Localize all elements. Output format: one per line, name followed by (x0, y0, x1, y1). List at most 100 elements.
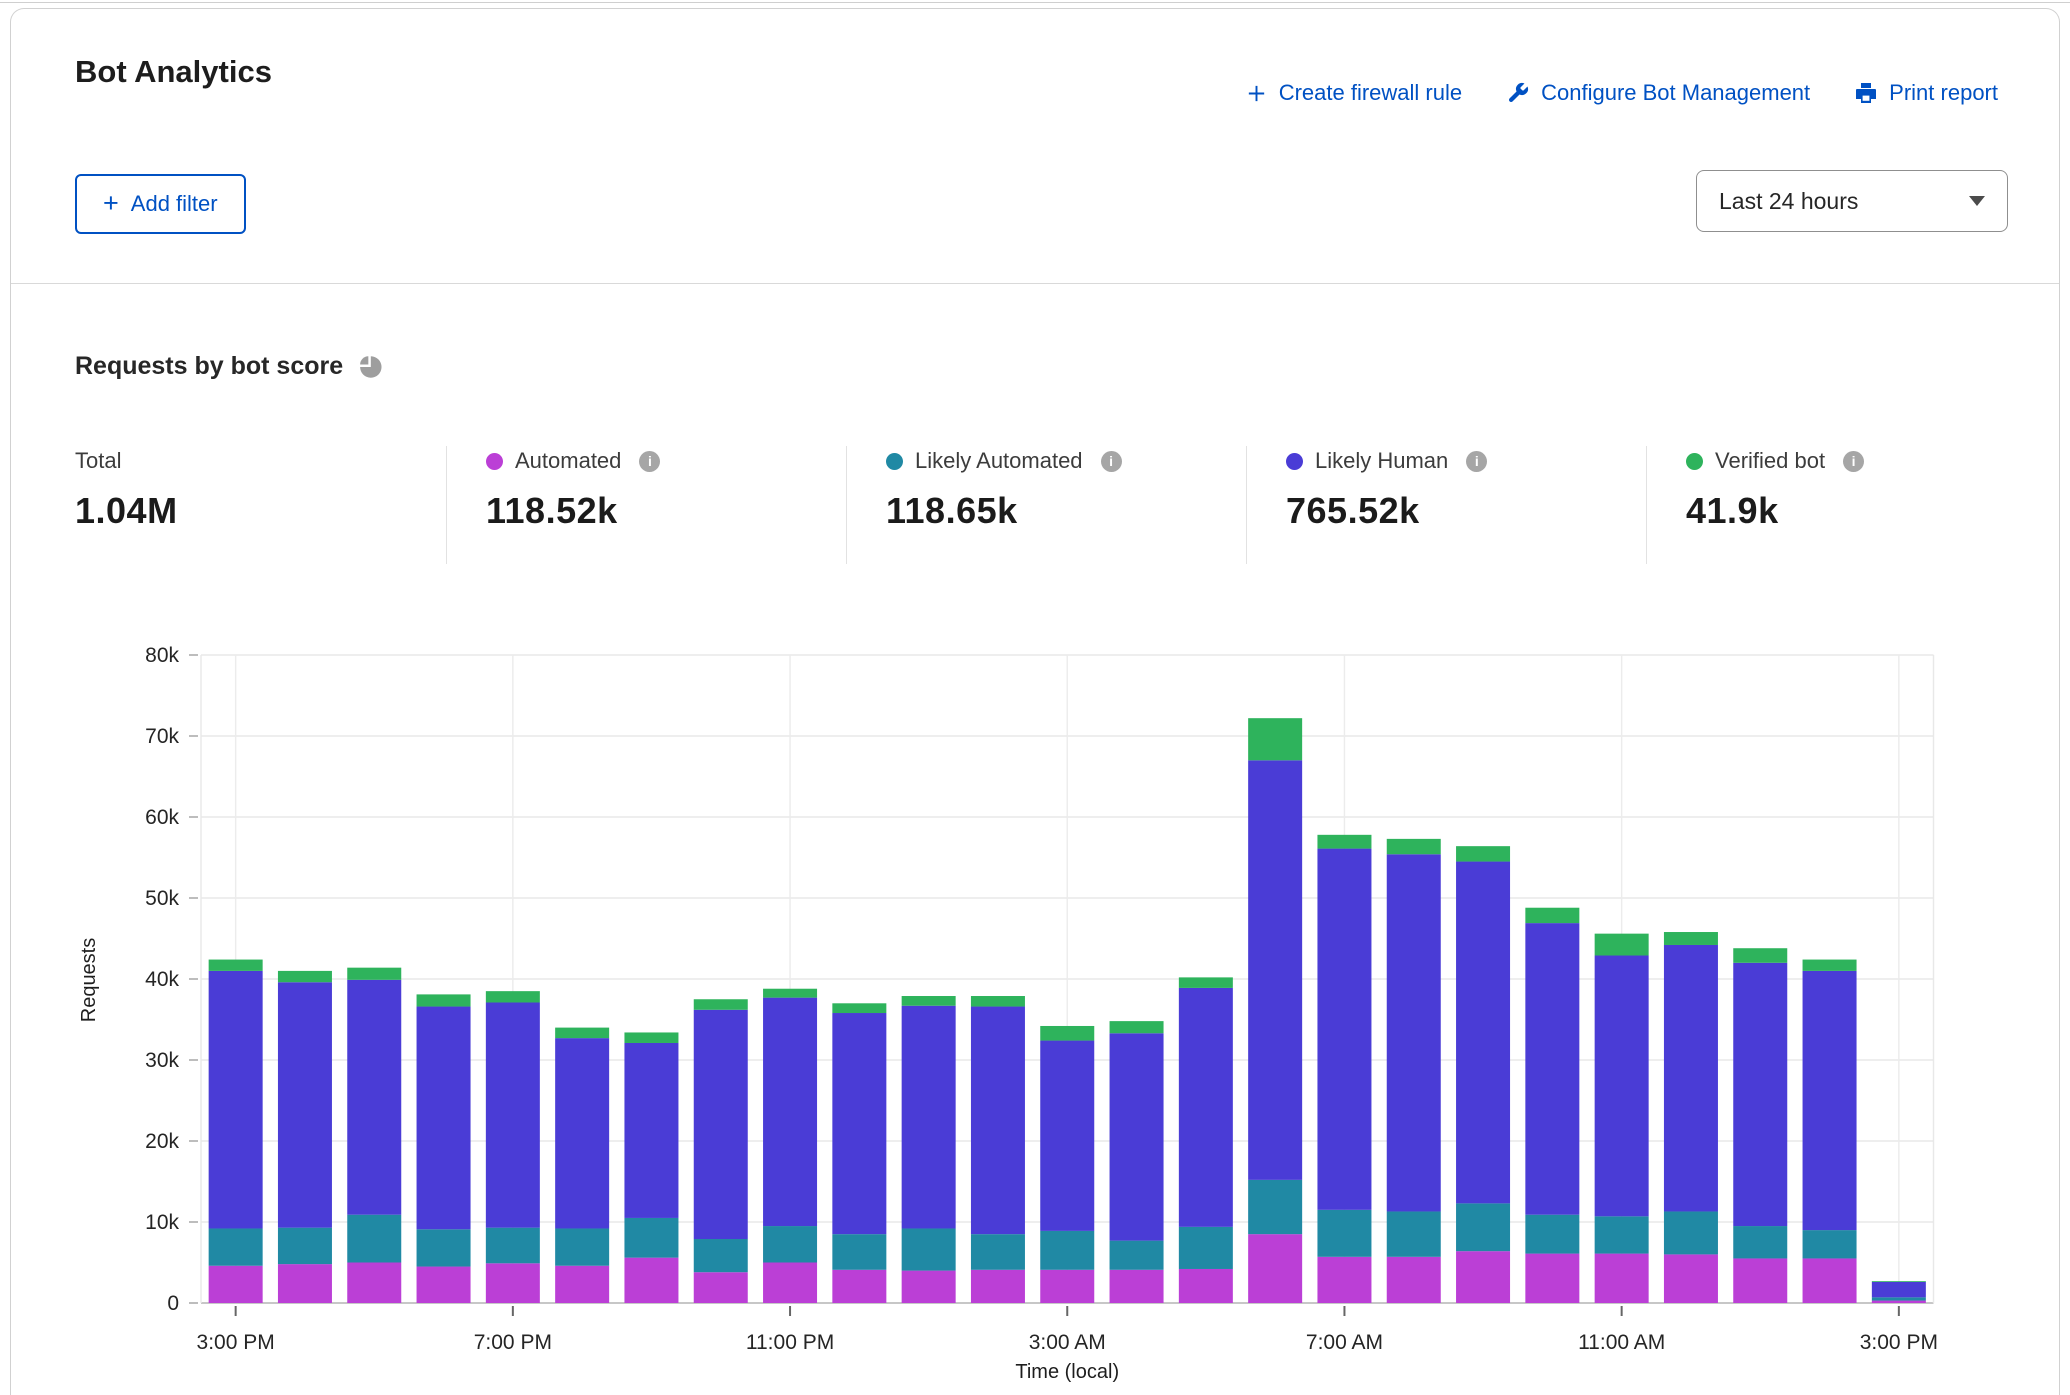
bar-6-00-PM[interactable] (417, 994, 471, 1303)
bar-segment-verified-bot[interactable] (1248, 718, 1302, 760)
bar-segment-verified-bot[interactable] (763, 989, 817, 998)
bar-segment-verified-bot[interactable] (417, 994, 471, 1006)
bar-segment-likely-human[interactable] (1595, 956, 1649, 1217)
bar-segment-automated[interactable] (1110, 1270, 1164, 1303)
bar-segment-verified-bot[interactable] (1179, 977, 1233, 988)
bar-6-00-AM[interactable] (1248, 718, 1302, 1303)
info-icon[interactable]: i (1101, 451, 1122, 472)
bar-9-00-AM[interactable] (1456, 846, 1510, 1303)
bar-segment-likely-human[interactable] (1872, 1282, 1926, 1297)
bar-segment-likely-human[interactable] (555, 1038, 609, 1228)
bar-segment-automated[interactable] (1595, 1254, 1649, 1303)
bar-segment-automated[interactable] (486, 1263, 540, 1303)
bar-segment-likely-human[interactable] (486, 1002, 540, 1227)
bar-segment-likely-automated[interactable] (417, 1229, 471, 1266)
bar-segment-likely-automated[interactable] (1733, 1226, 1787, 1258)
bar-segment-automated[interactable] (1179, 1269, 1233, 1303)
bar-11-00-AM[interactable] (1595, 934, 1649, 1303)
bar-segment-likely-human[interactable] (1733, 963, 1787, 1226)
bar-segment-likely-automated[interactable] (209, 1228, 263, 1265)
bar-segment-automated[interactable] (417, 1267, 471, 1303)
bar-segment-likely-human[interactable] (347, 980, 401, 1215)
bar-segment-likely-automated[interactable] (763, 1226, 817, 1262)
create-firewall-rule-link[interactable]: Create firewall rule (1245, 80, 1462, 106)
bar-segment-likely-automated[interactable] (1040, 1231, 1094, 1270)
info-icon[interactable]: i (1843, 451, 1864, 472)
bar-segment-likely-automated[interactable] (624, 1218, 678, 1258)
bar-segment-automated[interactable] (1664, 1254, 1718, 1303)
bar-segment-likely-human[interactable] (1664, 945, 1718, 1211)
bar-segment-verified-bot[interactable] (1872, 1281, 1926, 1282)
bar-segment-likely-human[interactable] (278, 982, 332, 1227)
bar-segment-verified-bot[interactable] (1595, 934, 1649, 956)
bar-segment-automated[interactable] (902, 1271, 956, 1303)
bar-segment-likely-automated[interactable] (1872, 1297, 1926, 1300)
bar-9-00-PM[interactable] (624, 1032, 678, 1303)
bar-2-00-PM[interactable] (1803, 960, 1857, 1303)
bar-segment-verified-bot[interactable] (1456, 846, 1510, 861)
bar-segment-likely-automated[interactable] (1456, 1203, 1510, 1251)
bar-segment-automated[interactable] (1525, 1254, 1579, 1303)
bar-segment-likely-automated[interactable] (1387, 1211, 1441, 1256)
bar-segment-likely-human[interactable] (832, 1013, 886, 1234)
bar-4-00-PM[interactable] (278, 971, 332, 1303)
bar-1-00-PM[interactable] (1733, 948, 1787, 1303)
bar-segment-likely-human[interactable] (1248, 760, 1302, 1180)
bar-12-00-PM[interactable] (1664, 932, 1718, 1303)
bar-5-00-AM[interactable] (1179, 977, 1233, 1303)
bar-segment-likely-human[interactable] (1179, 988, 1233, 1227)
bar-segment-automated[interactable] (1040, 1270, 1094, 1303)
bar-3-00-AM[interactable] (1040, 1026, 1094, 1303)
configure-bot-management-link[interactable]: Configure Bot Management (1506, 80, 1810, 106)
bar-segment-verified-bot[interactable] (1110, 1021, 1164, 1033)
bar-segment-likely-human[interactable] (694, 1010, 748, 1239)
bar-segment-automated[interactable] (1456, 1251, 1510, 1303)
bar-segment-likely-automated[interactable] (555, 1228, 609, 1265)
bar-11-00-PM[interactable] (763, 989, 817, 1303)
bar-segment-likely-human[interactable] (1110, 1033, 1164, 1240)
bar-segment-verified-bot[interactable] (486, 991, 540, 1002)
bar-segment-likely-automated[interactable] (347, 1215, 401, 1263)
bar-segment-automated[interactable] (1803, 1258, 1857, 1303)
bar-segment-likely-automated[interactable] (694, 1239, 748, 1272)
bar-segment-likely-human[interactable] (1040, 1041, 1094, 1231)
print-report-link[interactable]: Print report (1854, 80, 1998, 106)
bar-segment-verified-bot[interactable] (832, 1003, 886, 1013)
bar-segment-likely-human[interactable] (624, 1043, 678, 1218)
bar-segment-automated[interactable] (1248, 1234, 1302, 1303)
bar-3-00-PM[interactable] (1872, 1281, 1926, 1303)
bar-segment-automated[interactable] (347, 1263, 401, 1304)
bar-segment-verified-bot[interactable] (347, 968, 401, 980)
bar-segment-likely-human[interactable] (209, 971, 263, 1229)
bar-segment-likely-human[interactable] (417, 1007, 471, 1230)
bar-segment-likely-automated[interactable] (1179, 1227, 1233, 1269)
bar-segment-likely-automated[interactable] (1664, 1211, 1718, 1254)
bar-segment-likely-human[interactable] (902, 1006, 956, 1229)
bar-segment-verified-bot[interactable] (1803, 960, 1857, 971)
bar-segment-automated[interactable] (694, 1272, 748, 1303)
bar-7-00-AM[interactable] (1317, 835, 1371, 1303)
bar-7-00-PM[interactable] (486, 991, 540, 1303)
bar-segment-likely-automated[interactable] (486, 1228, 540, 1264)
bar-segment-likely-automated[interactable] (1525, 1215, 1579, 1254)
bar-segment-verified-bot[interactable] (1733, 948, 1787, 963)
requests-by-bot-score-chart[interactable]: 010k20k30k40k50k60k70k80k3:00 PM7:00 PM1… (60, 630, 2010, 1394)
bar-segment-likely-automated[interactable] (1248, 1180, 1302, 1234)
bar-segment-verified-bot[interactable] (209, 960, 263, 971)
bar-segment-likely-human[interactable] (1525, 923, 1579, 1215)
bar-segment-automated[interactable] (971, 1270, 1025, 1303)
bar-3-00-PM[interactable] (209, 960, 263, 1303)
bar-segment-verified-bot[interactable] (902, 996, 956, 1006)
bar-1-00-AM[interactable] (902, 996, 956, 1303)
bar-segment-likely-human[interactable] (971, 1007, 1025, 1235)
bar-segment-automated[interactable] (763, 1263, 817, 1304)
bar-segment-verified-bot[interactable] (1387, 839, 1441, 854)
bar-segment-verified-bot[interactable] (555, 1028, 609, 1039)
bar-segment-automated[interactable] (1872, 1301, 1926, 1303)
bar-segment-automated[interactable] (1387, 1257, 1441, 1303)
bar-segment-likely-human[interactable] (1387, 854, 1441, 1211)
bar-segment-verified-bot[interactable] (1317, 835, 1371, 849)
bar-segment-likely-human[interactable] (1317, 849, 1371, 1210)
bar-segment-likely-automated[interactable] (278, 1228, 332, 1264)
bar-segment-verified-bot[interactable] (1525, 908, 1579, 923)
